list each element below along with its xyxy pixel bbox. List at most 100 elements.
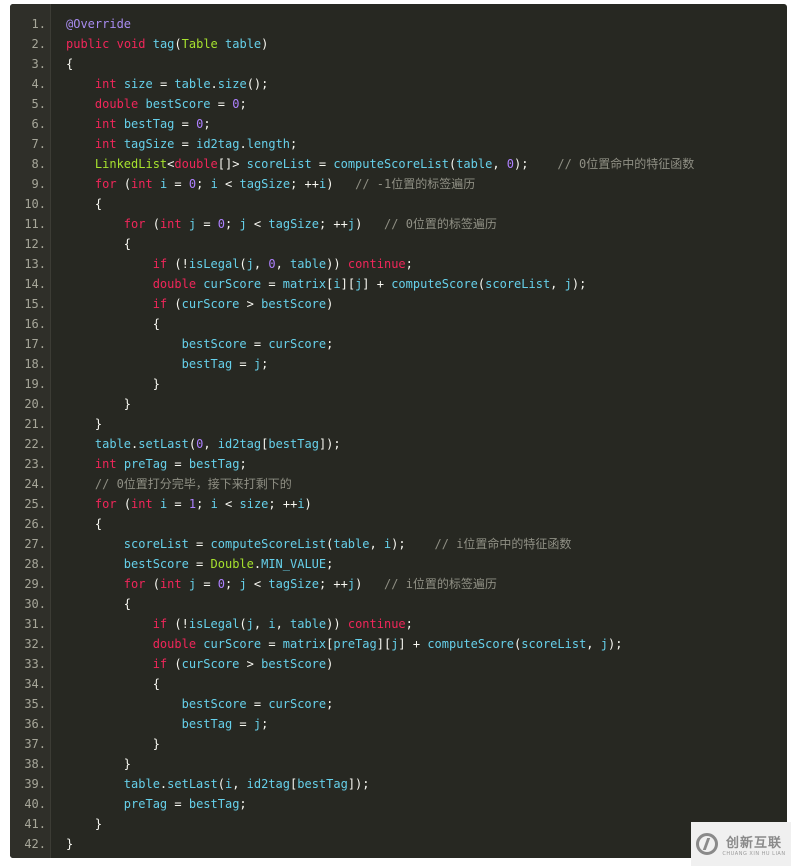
keyword-token: if [152,657,168,671]
code-text: } [66,754,131,774]
code-text: for (int j = 0; j < tagSize; ++j) // 0位置… [66,214,497,234]
code-text: if (!isLegal(j, i, table)) continue; [66,614,413,634]
punctuation-token: ) [261,37,269,51]
punctuation-token: { [66,317,160,331]
identifier-token: table [123,777,160,791]
punctuation-token: = [188,557,211,571]
punctuation-token: ; [261,357,269,371]
identifier-token: j [253,357,262,371]
punctuation-token: } [66,377,160,391]
identifier-token: size [123,77,153,91]
punctuation-token: ( [239,617,247,631]
keyword-token: for [94,177,117,191]
number-token: 0 [506,157,515,171]
punctuation-token: , [492,157,507,171]
punctuation-token: ) [326,297,334,311]
identifier-token: j [253,717,262,731]
watermark-text-en: CHUANG XIN HU LIAN [722,850,786,857]
identifier-token: tagSize [239,177,291,191]
line-number: 3. [31,57,46,71]
identifier-token: tag [152,37,175,51]
identifier-token: computeScoreList [210,537,327,551]
code-line: 12. { [10,234,787,254]
punctuation-token: = [246,337,269,351]
punctuation-token [66,797,124,811]
code-line: 39. table.setLast(i, id2tag[bestTag]); [10,774,787,794]
identifier-token: bestTag [268,437,319,451]
punctuation-token [138,97,145,111]
comment-token: // 0位置打分完毕，接下来打剩下的 [94,477,292,491]
identifier-token: scoreList [123,537,189,551]
punctuation-token: = [167,177,189,191]
code-line: 25. for (int i = 1; i < size; ++i) [10,494,787,514]
line-number: 17. [24,337,46,351]
punctuation-token: ; [326,557,334,571]
punctuation-token: ; [203,117,211,131]
punctuation-token: ) [304,497,312,511]
code-line: 34. { [10,674,787,694]
keyword-token: int [94,137,117,151]
identifier-token: j [564,277,572,291]
punctuation-token [66,497,95,511]
punctuation-token: ( [174,37,182,51]
code-line: 16. { [10,314,787,334]
code-text: int preTag = bestTag; [66,454,247,474]
identifier-token: table [174,77,211,91]
line-number: 22. [24,437,46,451]
line-number: 13. [24,257,46,271]
code-text: { [66,234,131,254]
punctuation-token: ; [239,457,247,471]
code-text: table.setLast(i, id2tag[bestTag]); [66,774,370,794]
punctuation-token [66,337,182,351]
code-line: 35. bestScore = curScore; [10,694,787,714]
code-line: 14. double curScore = matrix[i][j] + com… [10,274,787,294]
punctuation-token: ; [225,217,240,231]
punctuation-token: []> [217,157,247,171]
punctuation-token: = [261,277,283,291]
identifier-token: id2tag [196,137,240,151]
punctuation-token: ] + [362,277,392,291]
code-line: 2. public void tag(Table table) [10,34,787,54]
punctuation-token: ; [239,797,247,811]
keyword-token: for [123,577,146,591]
punctuation-token: ][ [340,277,356,291]
identifier-token: curScore [203,277,262,291]
punctuation-token [66,437,95,451]
type-token: Table [181,37,218,51]
watermark-text-cn: 创新互联 [725,835,782,851]
punctuation-token: ; [290,137,298,151]
identifier-token: size [217,77,247,91]
keyword-token: int [131,497,153,511]
line-number: 30. [24,597,46,611]
line-number: 29. [24,577,46,591]
line-number: 35. [24,697,46,711]
punctuation-token: = [167,457,189,471]
punctuation-token [117,117,124,131]
code-text: { [66,674,160,694]
punctuation-token: = [188,537,211,551]
code-line: 41. } [10,814,787,834]
code-line: 28. bestScore = Double.MIN_VALUE; [10,554,787,574]
punctuation-token: , [203,437,218,451]
line-number: 18. [24,357,46,371]
line-number: 23. [24,457,46,471]
line-number: 24. [24,477,46,491]
punctuation-token [66,657,153,671]
punctuation-token [182,217,189,231]
code-line: 29. for (int j = 0; j < tagSize; ++j) //… [10,574,787,594]
punctuation-token [66,717,182,731]
code-line: 22. table.setLast(0, id2tag[bestTag]); [10,434,787,454]
identifier-token: computeScoreList [333,157,449,171]
punctuation-token: > [239,657,262,671]
punctuation-token: { [66,597,132,611]
line-number: 36. [24,717,46,731]
punctuation-token: ; [196,497,211,511]
line-number: 21. [24,417,46,431]
punctuation-token: ); [571,277,587,291]
code-text: double bestScore = 0; [66,94,247,114]
code-line: 20. } [10,394,787,414]
punctuation-token: ( [145,577,160,591]
code-text: // 0位置打分完毕，接下来打剩下的 [66,474,292,494]
comment-token: // i位置的标签遍历 [384,577,497,591]
watermark: 创新互联 CHUANG XIN HU LIAN [691,822,791,866]
